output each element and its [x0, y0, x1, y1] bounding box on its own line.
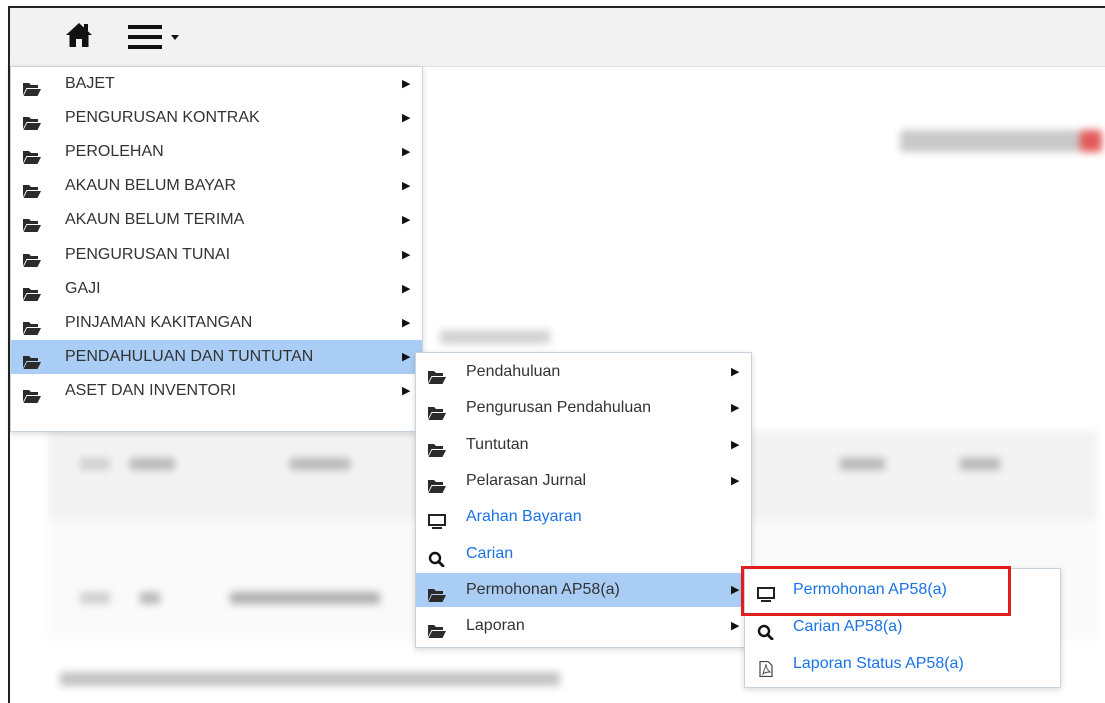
main-menu-item-label: AKAUN BELUM BAYAR: [65, 177, 237, 195]
submenu-item-pelarasan-jurnal[interactable]: Pelarasan Jurnal ▶: [416, 464, 751, 498]
main-menu-item-label: AKAUN BELUM TERIMA: [65, 211, 245, 229]
chevron-right-icon: ▶: [402, 112, 411, 125]
main-menu-item-pengurusan-kontrak[interactable]: PENGURUSAN KONTRAK ▶: [11, 101, 422, 135]
highlight-annotation-box: [741, 566, 1011, 616]
submenu-item-label: Pendahuluan: [466, 363, 561, 380]
main-menu-item-label: PINJAMAN KAKITANGAN: [65, 313, 253, 331]
chevron-right-icon: ▶: [731, 583, 740, 596]
main-menu-item-perolehan[interactable]: PEROLEHAN ▶: [11, 135, 422, 169]
chevron-right-icon: ▶: [402, 384, 411, 397]
submenu-item-label: Pelarasan Jurnal: [466, 471, 587, 489]
folder-open-icon: [23, 383, 41, 403]
folder-open-icon: [23, 349, 41, 369]
chevron-right-icon: ▶: [402, 350, 411, 363]
folder-open-icon: [428, 437, 446, 457]
folder-open-icon: [428, 364, 446, 384]
folder-open-icon: [23, 247, 41, 267]
submenu-pendahuluan-dan-tuntutan: Pendahuluan ▶ Pengurusan Pendahuluan ▶ Tuntu…: [415, 352, 752, 648]
submenu-item-arahan-bayaran[interactable]: Arahan Bayaran: [416, 500, 751, 534]
submenu-item-label: Laporan: [466, 617, 525, 635]
home-icon[interactable]: [64, 20, 94, 50]
main-menu-item-pendahuluan-dan-tuntutan[interactable]: PENDAHULUAN DAN TUNTUTAN ▶: [11, 339, 422, 374]
pdf-file-icon: [757, 656, 775, 678]
chevron-right-icon: ▶: [402, 248, 411, 261]
ap58a-menu-item-laporan-status-ap58-a[interactable]: Laporan Status AP58(a): [745, 647, 1060, 681]
main-menu: BAJET ▶ PENGURUSAN KONTRAK ▶ PEROLEHAN ▶ AKAUN…: [10, 66, 423, 432]
main-menu-item-label: ASET DAN INVENTORI: [65, 381, 236, 399]
folder-open-icon: [23, 110, 41, 131]
main-menu-item-pinjaman-kakitangan[interactable]: PINJAMAN KAKITANGAN ▶: [11, 306, 422, 340]
folder-open-icon: [428, 400, 446, 421]
submenu-item-label: Carian: [466, 544, 514, 562]
submenu-item-tuntutan[interactable]: Tuntutan ▶: [416, 428, 751, 462]
main-menu-item-label: GAJI: [65, 279, 101, 297]
folder-open-icon: [23, 178, 41, 199]
main-menu-item-gaji[interactable]: GAJI ▶: [11, 272, 422, 306]
submenu-item-carian[interactable]: Carian: [416, 537, 751, 571]
submenu-item-label: Arahan Bayaran: [466, 508, 582, 526]
hamburger-menu-icon: [128, 25, 179, 49]
search-icon: [428, 546, 446, 567]
folder-open-icon: [428, 582, 446, 602]
main-menu-item-pengurusan-tunai[interactable]: PENGURUSAN TUNAI ▶: [11, 238, 422, 272]
main-menu-item-akaun-belum-bayar[interactable]: AKAUN BELUM BAYAR ▶: [11, 169, 422, 203]
folder-open-icon: [428, 473, 446, 493]
folder-open-icon: [23, 315, 41, 335]
chevron-right-icon: ▶: [402, 316, 411, 329]
submenu-item-pendahuluan[interactable]: Pendahuluan ▶: [416, 355, 751, 389]
submenu-item-label: Tuntutan: [466, 435, 529, 453]
chevron-right-icon: ▶: [402, 78, 411, 90]
main-menu-item-label: PENDAHULUAN DAN TUNTUTAN: [65, 347, 314, 365]
folder-open-icon: [428, 618, 446, 639]
main-menu-item-label: BAJET: [65, 75, 115, 92]
monitor-icon: [428, 509, 446, 530]
folder-open-icon: [23, 76, 41, 96]
chevron-right-icon: ▶: [731, 366, 740, 378]
submenu-item-permohonan-ap58-a[interactable]: Permohonan AP58(a) ▶: [416, 572, 751, 607]
hamburger-menu-button[interactable]: [128, 22, 194, 52]
folder-open-icon: [23, 212, 41, 233]
main-menu-item-label: PENGURUSAN KONTRAK: [65, 109, 260, 127]
chevron-right-icon: ▶: [731, 402, 740, 415]
chevron-right-icon: ▶: [402, 180, 411, 193]
chevron-right-icon: ▶: [402, 282, 411, 295]
ap58a-menu-item-label: Laporan Status AP58(a): [793, 655, 964, 672]
submenu-item-laporan[interactable]: Laporan ▶: [416, 609, 751, 643]
search-icon: [757, 619, 775, 641]
main-menu-item-akaun-belum-terima[interactable]: AKAUN BELUM TERIMA ▶: [11, 203, 422, 237]
top-toolbar: [10, 8, 1105, 67]
submenu-item-pengurusan-pendahuluan[interactable]: Pengurusan Pendahuluan ▶: [416, 391, 751, 425]
chevron-right-icon: ▶: [402, 214, 411, 227]
main-menu-item-bajet[interactable]: BAJET ▶: [11, 67, 422, 101]
folder-open-icon: [23, 281, 41, 301]
main-menu-item-label: PENGURUSAN TUNAI: [65, 245, 231, 263]
chevron-right-icon: ▶: [731, 438, 740, 451]
folder-open-icon: [23, 144, 41, 165]
chevron-right-icon: ▶: [731, 474, 740, 487]
submenu-item-label: Permohonan AP58(a): [466, 580, 620, 598]
main-menu-item-aset-dan-inventori[interactable]: ASET DAN INVENTORI ▶: [11, 374, 422, 408]
main-menu-item-label: PEROLEHAN: [65, 143, 164, 161]
submenu-item-label: Pengurusan Pendahuluan: [466, 399, 652, 417]
chevron-right-icon: ▶: [402, 146, 411, 159]
chevron-right-icon: ▶: [731, 620, 740, 633]
